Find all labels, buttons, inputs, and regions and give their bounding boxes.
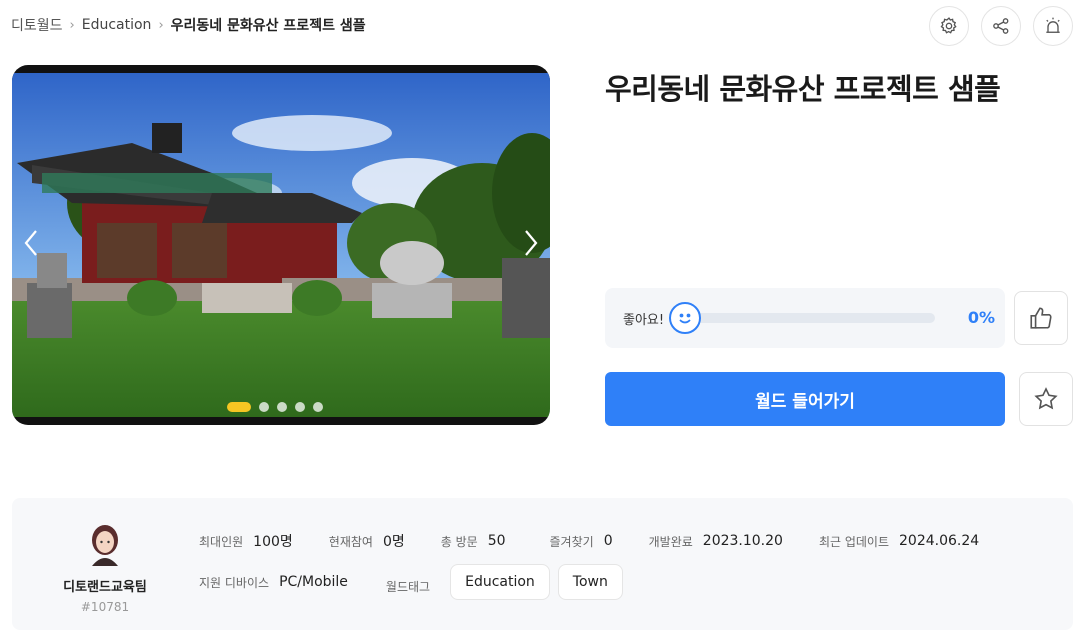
stat-value: 0 (603, 533, 613, 549)
creator-profile[interactable]: 디토랜드교육팀 #10781 (42, 520, 168, 614)
like-percent: 0% (967, 308, 995, 327)
stat-value: 2024.06.24 (899, 533, 980, 549)
share-button[interactable] (981, 6, 1021, 46)
world-meta-row: 지원 디바이스 PC/Mobile 월드태그 Education Town (199, 564, 631, 600)
stat-value: 100명 (253, 534, 293, 550)
chevron-left-icon (24, 230, 37, 256)
carousel-indicators (12, 402, 550, 412)
stat-value: 0명 (382, 534, 405, 550)
stat-item: 즐겨찾기 0 (550, 533, 613, 550)
stat-label: 최대인원 (199, 534, 244, 549)
top-action-icons (929, 6, 1073, 46)
world-tag[interactable]: Town (557, 564, 623, 600)
breadcrumb-current: 우리동네 문화유산 프로젝트 샘플 (170, 18, 366, 34)
gear-icon (940, 17, 957, 34)
device-value: PC/Mobile (279, 574, 348, 590)
breadcrumb: 디토월드 › Education › 우리동네 문화유산 프로젝트 샘플 (11, 14, 366, 36)
carousel-dot[interactable] (227, 402, 251, 412)
world-info-panel: 디토랜드교육팀 #10781 최대인원 100명 현재참여 0명 총 방문 50 즐겨찾기 0… (12, 498, 1073, 630)
chevron-right-icon: › (69, 17, 75, 33)
stat-label: 총 방문 (440, 534, 478, 549)
carousel-dot[interactable] (313, 402, 323, 412)
world-image-carousel[interactable] (12, 65, 550, 425)
tags-label: 월드태그 (385, 579, 431, 594)
stat-label: 최근 업데이트 (818, 534, 890, 549)
creator-id: #10781 (80, 600, 130, 614)
world-stats: 최대인원 100명 현재참여 0명 총 방문 50 즐겨찾기 0 개발완료 2023.10.20 최… (199, 531, 979, 551)
stat-value: 2023.10.20 (702, 533, 783, 549)
breadcrumb-home-link[interactable]: 디토월드 (11, 15, 63, 35)
star-icon (1034, 387, 1058, 410)
carousel-dot[interactable] (295, 402, 305, 412)
world-tag[interactable]: Education (450, 564, 550, 600)
report-button[interactable] (1033, 6, 1073, 46)
stat-item: 개발완료 2023.10.20 (649, 533, 783, 550)
favorite-button[interactable] (1019, 372, 1073, 426)
like-label: 좋아요! (623, 313, 665, 328)
carousel-dot[interactable] (259, 402, 269, 412)
stat-item: 최대인원 100명 (199, 531, 293, 551)
world-screenshot (12, 73, 550, 417)
stat-item: 최근 업데이트 2024.06.24 (819, 533, 979, 550)
share-icon (993, 18, 1009, 34)
carousel-next-button[interactable] (516, 223, 546, 263)
stat-label: 현재참여 (328, 534, 373, 549)
chevron-right-icon (525, 230, 538, 256)
like-slider-thumb[interactable] (669, 302, 701, 334)
chevron-right-icon: › (158, 17, 164, 33)
like-button[interactable] (1014, 291, 1068, 345)
like-meter: 좋아요! 0% (605, 288, 1005, 348)
like-progress-track (685, 313, 935, 323)
tag-list: Education Town (450, 564, 631, 600)
stat-label: 개발완료 (648, 534, 693, 549)
world-title: 우리동네 문화유산 프로젝트 샘플 (605, 72, 1001, 106)
stat-item: 총 방문 50 (441, 533, 506, 550)
settings-button[interactable] (929, 6, 969, 46)
device-label: 지원 디바이스 (199, 575, 270, 590)
carousel-dot[interactable] (277, 402, 287, 412)
creator-name[interactable]: 디토랜드교육팀 (42, 576, 168, 595)
avatar (82, 520, 128, 566)
enter-world-button[interactable]: 월드 들어가기 (605, 372, 1005, 426)
siren-icon (1046, 17, 1060, 33)
stat-item: 현재참여 0명 (329, 531, 405, 551)
thumbs-up-icon (1030, 307, 1052, 329)
carousel-prev-button[interactable] (16, 223, 46, 263)
breadcrumb-category-link[interactable]: Education (82, 17, 152, 33)
stat-label: 즐겨찾기 (549, 534, 594, 549)
smile-icon (679, 313, 691, 324)
stat-value: 50 (487, 533, 506, 549)
